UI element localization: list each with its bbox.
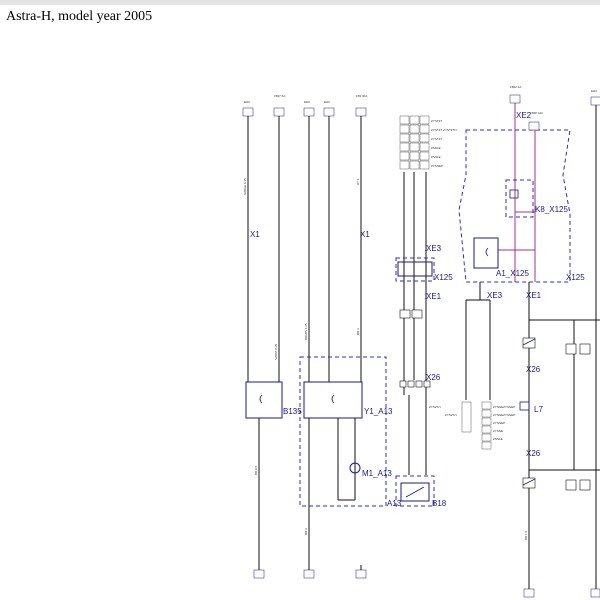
splice-1 — [399, 380, 407, 388]
signal-4: ZSN1E — [431, 146, 441, 150]
module-outline-x125 — [395, 257, 435, 282]
module-outline-k8 — [505, 179, 534, 218]
signal-10: ZYSNE — [493, 429, 503, 433]
label-x1-mid: X1 — [360, 230, 370, 239]
wire-code-6: BR 0.5 — [254, 465, 258, 475]
signal-12: ZYSZTN — [429, 405, 441, 409]
coil-icon-l7 — [519, 401, 530, 411]
terminal-label-4: EDC — [324, 100, 331, 104]
label-x26-c: X26 — [526, 449, 541, 458]
label-k8: K8_X125 — [535, 205, 568, 214]
pin-grid — [399, 115, 430, 170]
signal-11: ZSN1E — [493, 437, 503, 441]
splice-9 — [565, 343, 577, 355]
component-b135 — [245, 381, 283, 419]
component-x125 — [397, 261, 433, 277]
signal-1: ZYSTZT — [431, 119, 442, 123]
ground-terminal-1 — [253, 569, 265, 579]
splice-10 — [579, 343, 591, 355]
label-l7: L7 — [534, 405, 543, 414]
ground-terminal-2 — [303, 569, 315, 579]
splice-2 — [407, 380, 415, 388]
valve-icon-y1 — [331, 394, 335, 404]
relay-icon-k8 — [509, 189, 519, 199]
ground-terminal-3 — [355, 569, 367, 579]
signal-5: ZSN1E — [431, 155, 441, 159]
module-outline-a13 — [299, 356, 387, 507]
pin-grid-lower — [461, 401, 492, 450]
ground-terminal-4 — [523, 588, 535, 598]
label-x1-left: X1 — [250, 230, 260, 239]
label-x125-a: X125 — [434, 273, 453, 282]
terminal-top-3 — [303, 107, 315, 117]
terminal-top-1 — [242, 107, 254, 117]
sensor-icon-b18 — [405, 486, 425, 498]
signal-9: ZYNNEP — [493, 421, 505, 425]
terminal-top-5 — [355, 107, 367, 117]
wire-code-7: BR 1.5 — [524, 530, 528, 540]
fuse-label-f837: F837 5A — [274, 94, 285, 98]
label-y1: Y1_A13 — [364, 407, 393, 416]
splice-12 — [579, 479, 591, 491]
wiring-diagram: X1 X1 B135 Y1_A13 M1_A13 A13 B18 XE3 X12… — [242, 85, 600, 598]
label-x125-b: X125 — [566, 273, 585, 282]
label-b18: B18 — [432, 499, 447, 508]
wire-code-5: SW/RT 0.35 — [274, 343, 278, 360]
ground-terminal-5 — [590, 588, 600, 598]
signal-7: ZYNNEZYSNEP — [493, 405, 515, 409]
signal-8: ZYNNEZYSNEP — [493, 413, 515, 417]
label-xe1-top: XE1 — [426, 292, 442, 301]
terminal-label-7: EDC — [591, 89, 598, 93]
label-a13: A13 — [387, 499, 402, 508]
terminal-top-7 — [590, 96, 600, 106]
fuse-label-f83: F83 30A — [356, 94, 367, 98]
signal-14: ZYSZTN — [445, 413, 457, 417]
label-xe3-bot: XE3 — [487, 291, 503, 300]
module-icon-a1 — [485, 247, 489, 257]
label-a1: A1_X125 — [496, 269, 529, 278]
terminal-label-3: EDC — [304, 100, 311, 104]
wire-code-2: RT 4 — [356, 178, 360, 185]
signal-2: ZYSTZT ZYSTZTN — [431, 128, 457, 132]
fuse-label-f838: F838 10A — [530, 111, 543, 115]
label-b135: B135 — [283, 407, 302, 416]
wire-code-8: BR 4 — [304, 528, 308, 535]
label-x26-a: X26 — [426, 373, 441, 382]
terminal-top-4 — [323, 107, 335, 117]
splice-3 — [415, 380, 423, 388]
splice-5 — [399, 309, 411, 319]
signal-3: ZYSTZT — [431, 137, 442, 141]
wire-code-3: BR/WS 0.35 — [304, 323, 308, 340]
wire-code-4: BR 4 — [356, 328, 360, 335]
component-y1 — [303, 381, 363, 419]
sensor-icon-b135 — [259, 394, 263, 404]
signal-6: ZYSNEP — [431, 164, 443, 168]
label-xe1-bot: XE1 — [526, 291, 542, 300]
label-x26-b: X26 — [526, 365, 541, 374]
terminal-fuse-f838 — [528, 121, 540, 131]
terminal-top-2 — [273, 107, 285, 117]
terminal-label-1: EDC — [244, 100, 251, 104]
wire-code-1: SW/GE 0.35 — [243, 178, 247, 195]
fuse-label-f822: F822 3A — [510, 85, 521, 89]
splice-11 — [565, 479, 577, 491]
label-xe3-top: XE3 — [426, 244, 442, 253]
terminal-top-6 — [509, 94, 521, 104]
splice-6 — [411, 309, 423, 319]
label-m1: M1_A13 — [362, 469, 392, 478]
